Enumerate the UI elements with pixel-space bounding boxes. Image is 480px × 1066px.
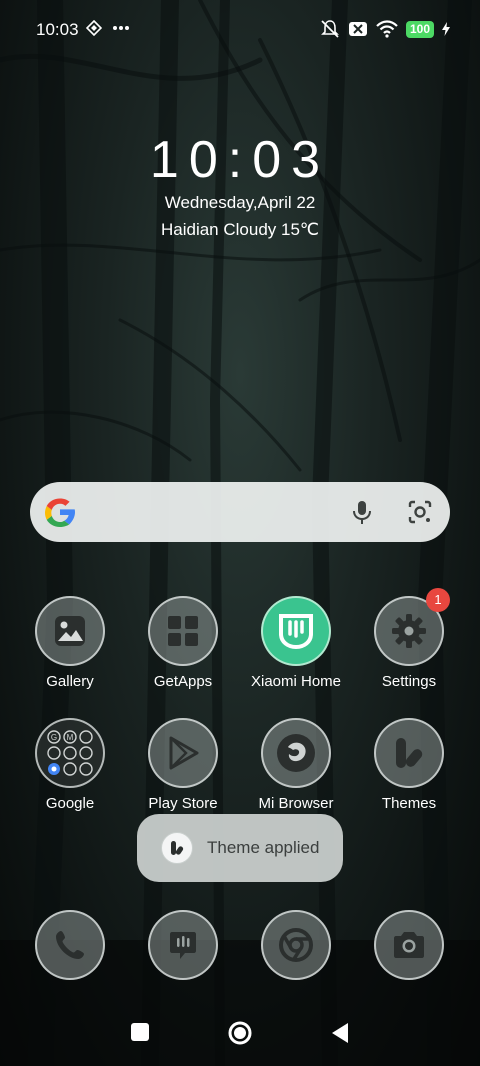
clock-widget-date[interactable]: Wednesday,April 22 xyxy=(0,193,480,213)
dock-messages[interactable] xyxy=(127,910,239,980)
gear-icon[interactable]: 1 xyxy=(374,588,450,666)
app-label: Mi Browser xyxy=(258,795,334,812)
back-button[interactable] xyxy=(330,1022,350,1044)
themes-icon xyxy=(161,832,193,864)
app-gallery[interactable]: Gallery xyxy=(14,596,126,690)
lens-icon[interactable] xyxy=(406,498,434,526)
app-getapps[interactable]: GetApps xyxy=(127,596,239,690)
more-dots-icon xyxy=(113,26,129,30)
folder-google[interactable]: G M Google xyxy=(14,718,126,812)
status-bar: 10:03 100 xyxy=(0,0,480,62)
app-label: Play Store xyxy=(148,795,218,812)
status-time: 10:03 xyxy=(36,20,79,39)
messages-icon[interactable] xyxy=(148,910,218,980)
dock-chrome[interactable] xyxy=(240,910,352,980)
notification-badge: 1 xyxy=(426,588,450,612)
themes-icon[interactable] xyxy=(374,718,444,788)
status-left-icons xyxy=(86,20,130,36)
mic-icon[interactable] xyxy=(348,498,376,526)
app-label: Xiaomi Home xyxy=(250,673,342,690)
clock-widget-weather[interactable]: Haidian Cloudy 15℃ xyxy=(0,220,480,240)
app-themes[interactable]: Themes xyxy=(353,718,465,812)
dock-phone[interactable] xyxy=(14,910,126,980)
diamond-icon xyxy=(86,20,102,36)
google-g-icon xyxy=(45,498,75,527)
app-play-store[interactable]: Play Store xyxy=(127,718,239,812)
battery-icon: 100 xyxy=(405,20,434,38)
app-label: Google xyxy=(45,795,95,812)
camera-icon[interactable] xyxy=(374,910,444,980)
toast-notification: Theme applied xyxy=(137,814,343,882)
mi-browser-icon[interactable] xyxy=(261,718,331,788)
charging-icon xyxy=(442,22,450,36)
xiaomi-home-icon[interactable] xyxy=(261,596,331,666)
navigation-bar xyxy=(0,1006,480,1066)
silent-mode-icon xyxy=(321,20,339,38)
play-store-icon[interactable] xyxy=(148,718,218,788)
app-label: Settings xyxy=(381,673,437,690)
app-label: GetApps xyxy=(153,673,213,690)
chrome-icon[interactable] xyxy=(261,910,331,980)
svg-text:M: M xyxy=(67,733,74,742)
app-label: Gallery xyxy=(46,673,94,690)
recents-button[interactable] xyxy=(130,1022,150,1042)
svg-text:G: G xyxy=(51,733,57,742)
clock-widget-time[interactable]: 10:03 xyxy=(0,130,480,190)
google-folder-icon[interactable]: G M xyxy=(35,718,105,788)
app-settings[interactable]: 1 Settings xyxy=(353,588,465,690)
app-xiaomi-home[interactable]: Xiaomi Home xyxy=(240,596,352,690)
app-mi-browser[interactable]: Mi Browser xyxy=(240,718,352,812)
google-search-bar[interactable] xyxy=(30,482,450,542)
gallery-icon[interactable] xyxy=(35,596,105,666)
sim-x-icon xyxy=(348,22,367,36)
getapps-icon[interactable] xyxy=(148,596,218,666)
wifi-icon xyxy=(376,20,398,38)
app-label: Themes xyxy=(381,795,437,812)
phone-icon[interactable] xyxy=(35,910,105,980)
home-button[interactable] xyxy=(227,1020,253,1046)
status-right-icons: 100 xyxy=(320,19,450,39)
toast-text: Theme applied xyxy=(207,838,320,857)
dock-camera[interactable] xyxy=(353,910,465,980)
